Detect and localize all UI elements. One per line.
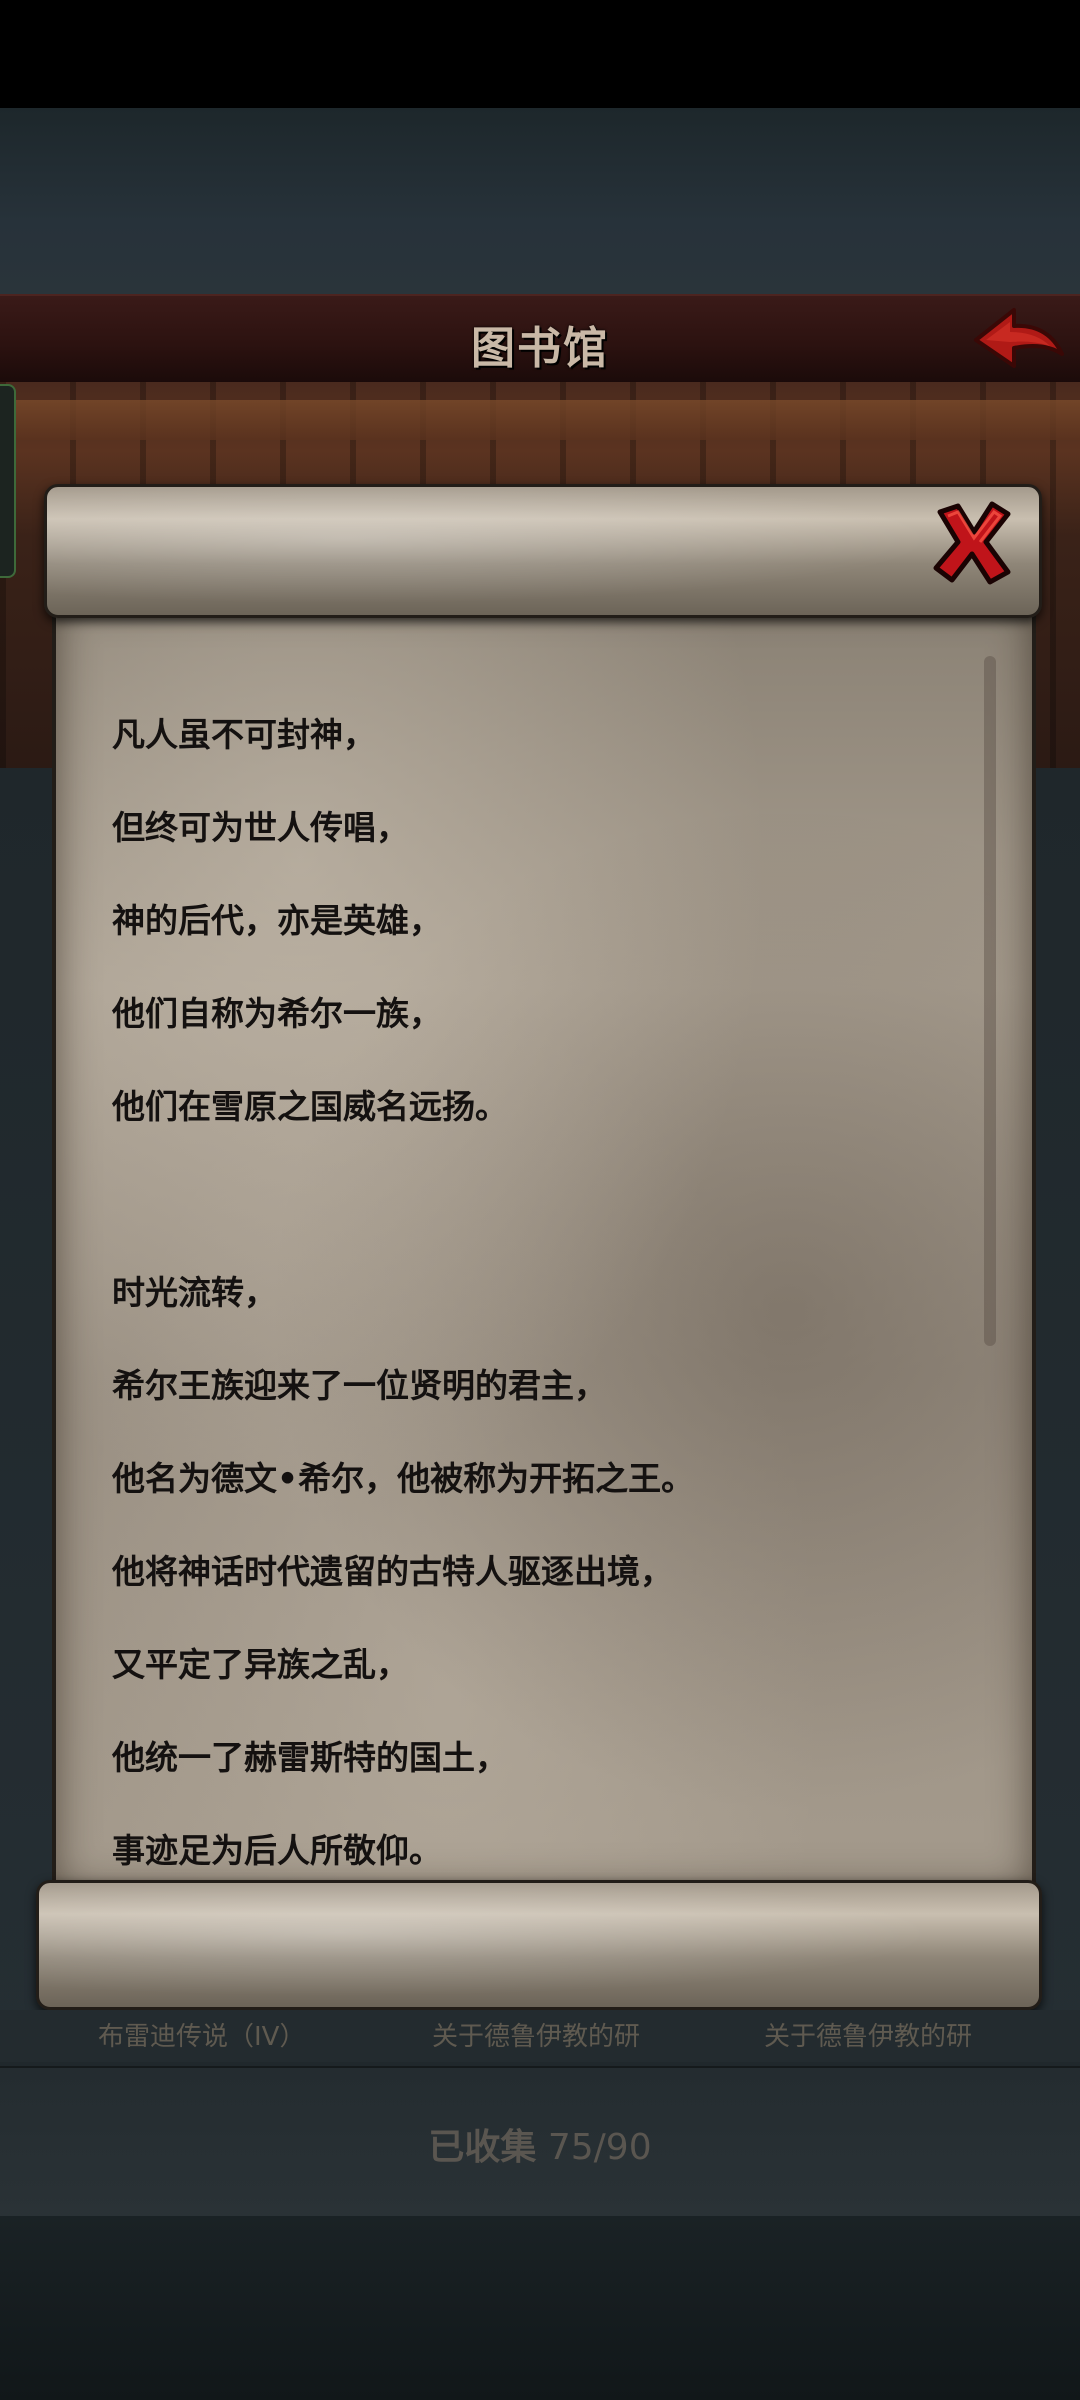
collection-count: 75/90 (547, 2127, 652, 2168)
status-bar-area (0, 0, 1080, 108)
scroll-text: 凡人虽不可封神， 但终可为世人传唱， 神的后代，亦是英雄， 他们自称为希尔一族，… (112, 688, 972, 1897)
side-tab[interactable] (0, 384, 16, 578)
back-button[interactable] (970, 302, 1066, 378)
scrollbar[interactable] (984, 656, 996, 1346)
text-line: 神的后代，亦是英雄， (112, 901, 442, 940)
collection-status: 已收集 75/90 (0, 2118, 1080, 2170)
text-line: 但终可为世人传唱， (112, 808, 409, 847)
footer-background (0, 2216, 1080, 2400)
book-item[interactable]: 关于德鲁伊教的研 (764, 2016, 972, 2053)
book-item[interactable]: 关于德鲁伊教的研 (432, 2016, 640, 2053)
text-line: 凡人虽不可封神， (112, 715, 376, 754)
text-line: 时光流转， (112, 1273, 277, 1312)
text-line: 又平定了异族之乱， (112, 1645, 409, 1684)
text-line: 他将神话时代遗留的古特人驱逐出境， (112, 1552, 673, 1591)
text-line: 他们自称为希尔一族， (112, 994, 442, 1033)
wall-background (0, 108, 1080, 298)
text-line: 希尔王族迎来了一位贤明的君主， (112, 1366, 607, 1405)
library-beam (0, 400, 1080, 440)
book-item[interactable]: 布雷迪传说（IV） (98, 2016, 305, 2053)
back-arrow-icon (974, 308, 1064, 368)
text-line: 事迹足为后人所敬仰。 (112, 1831, 442, 1870)
close-x-icon (933, 501, 1011, 585)
text-line-blank (112, 1153, 972, 1246)
page-title: 图书馆 (471, 323, 609, 374)
library-screen: 图书馆 凡人虽不可封神， 但终可为世人传唱， 神的后代，亦是英雄， 他们自称为希… (0, 0, 1080, 2400)
text-line: 他名为德文•希尔，他被称为开拓之王。 (112, 1459, 695, 1498)
collection-label: 已收集 (428, 2127, 537, 2168)
text-line: 他统一了赫雷斯特的国土， (112, 1738, 508, 1777)
header-bar: 图书馆 (0, 294, 1080, 387)
scroll-top-roller (44, 484, 1042, 618)
text-line: 他们在雪原之国威名远扬。 (112, 1087, 508, 1126)
close-button[interactable] (930, 498, 1014, 586)
scroll-bottom-roller (36, 1880, 1042, 2010)
